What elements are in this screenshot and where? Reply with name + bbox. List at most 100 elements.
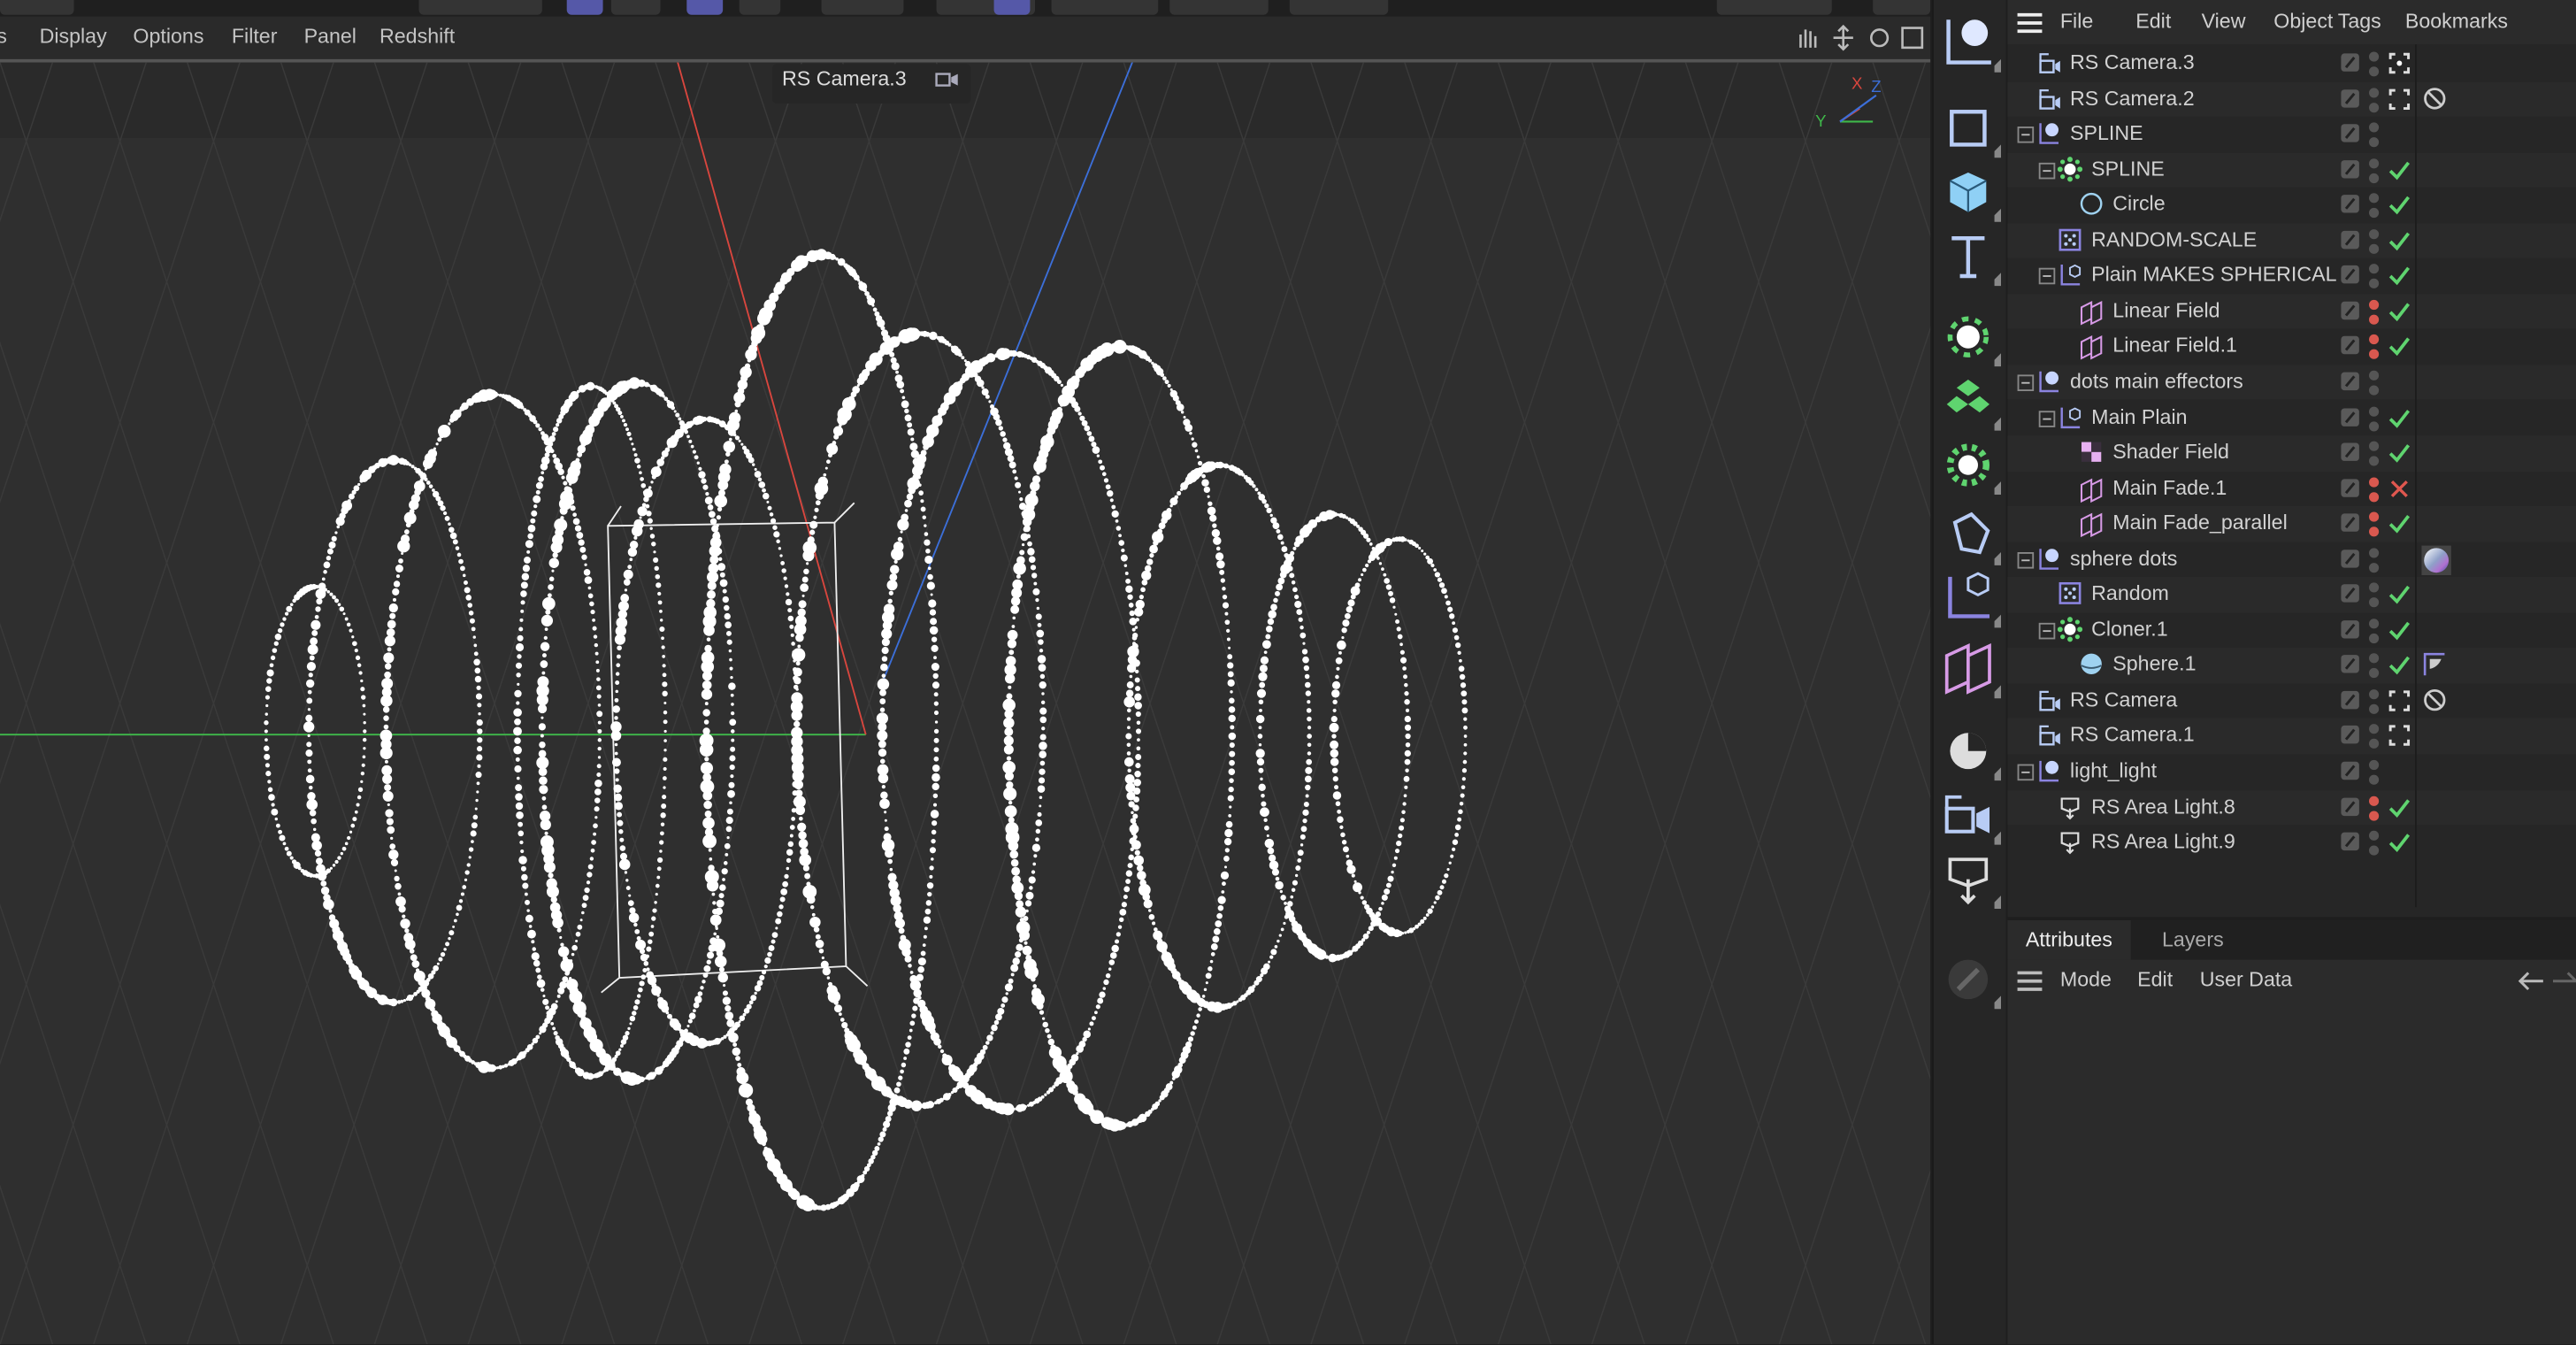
tool-cloner-mograph[interactable] bbox=[1938, 307, 2002, 367]
menu-tags[interactable]: Tags bbox=[2338, 10, 2381, 33]
visibility-dots[interactable] bbox=[2367, 439, 2380, 468]
menu-edit[interactable]: Edit bbox=[2137, 968, 2173, 991]
edit-layer-icon[interactable] bbox=[2341, 407, 2360, 428]
visibility-dots[interactable] bbox=[2367, 227, 2380, 256]
object-name[interactable]: Circle bbox=[2112, 193, 2165, 216]
target-icon[interactable] bbox=[2388, 726, 2411, 747]
object-row[interactable]: Linear Field bbox=[2007, 294, 2576, 330]
navigation-arrows[interactable] bbox=[2517, 972, 2576, 991]
tool-hdri-light[interactable] bbox=[1938, 721, 2002, 781]
menu-panel[interactable]: Panel bbox=[304, 25, 356, 48]
check-icon[interactable] bbox=[2388, 158, 2411, 180]
tool-area-light[interactable] bbox=[1938, 849, 2002, 910]
object-row[interactable]: RANDOM-SCALE bbox=[2007, 223, 2576, 259]
visibility-dots[interactable] bbox=[2367, 262, 2380, 291]
material-tag-icon[interactable] bbox=[2421, 544, 2451, 575]
collapse-toggle[interactable] bbox=[2017, 551, 2035, 568]
visibility-dots[interactable] bbox=[2367, 510, 2380, 539]
target-filled-icon[interactable] bbox=[2388, 52, 2411, 74]
object-row[interactable]: light_light bbox=[2007, 754, 2576, 790]
object-name[interactable]: Linear Field bbox=[2112, 299, 2220, 322]
menu-options[interactable]: Options bbox=[133, 25, 203, 48]
object-row[interactable]: Linear Field.1 bbox=[2007, 329, 2576, 365]
check-icon[interactable] bbox=[2388, 584, 2411, 605]
check-icon[interactable] bbox=[2388, 194, 2411, 215]
edit-layer-icon[interactable] bbox=[2341, 549, 2360, 570]
object-name[interactable]: RS Camera.2 bbox=[2070, 87, 2195, 110]
object-name[interactable]: Linear Field.1 bbox=[2112, 334, 2237, 357]
edit-layer-icon[interactable] bbox=[2341, 513, 2360, 534]
object-name[interactable]: dots main effectors bbox=[2070, 370, 2243, 393]
menu-mode[interactable]: Mode bbox=[2060, 968, 2112, 991]
visibility-dots[interactable] bbox=[2367, 297, 2380, 327]
check-icon[interactable] bbox=[2388, 265, 2411, 287]
object-name[interactable]: Sphere.1 bbox=[2112, 653, 2196, 676]
toolbar-button[interactable] bbox=[821, 0, 904, 15]
edit-layer-icon[interactable] bbox=[2341, 690, 2360, 711]
edit-layer-icon[interactable] bbox=[2341, 584, 2360, 605]
object-row[interactable]: Main Plain bbox=[2007, 400, 2576, 436]
edit-layer-icon[interactable] bbox=[2341, 88, 2360, 109]
toolbar-button[interactable] bbox=[1873, 0, 1931, 15]
object-row[interactable]: Sphere.1 bbox=[2007, 648, 2576, 684]
edit-layer-icon[interactable] bbox=[2341, 726, 2360, 747]
tool-sculpt-disabled[interactable] bbox=[1938, 949, 2002, 1010]
visibility-dots[interactable] bbox=[2367, 404, 2380, 433]
object-name[interactable]: RS Area Light.8 bbox=[2091, 795, 2235, 818]
edit-layer-icon[interactable] bbox=[2341, 655, 2360, 676]
menu-object[interactable]: Object bbox=[2273, 10, 2333, 33]
object-name[interactable]: light_light bbox=[2070, 759, 2157, 782]
phong-tag-icon[interactable] bbox=[2423, 653, 2450, 680]
visibility-dots[interactable] bbox=[2367, 616, 2380, 645]
object-row[interactable]: Random bbox=[2007, 577, 2576, 613]
object-name[interactable]: Main Fade_parallel bbox=[2112, 511, 2287, 534]
object-name[interactable]: SPLINE bbox=[2091, 158, 2165, 181]
no-sign-tag-icon[interactable] bbox=[2423, 688, 2450, 715]
object-name[interactable]: Plain MAKES SPHERICAL bbox=[2091, 264, 2336, 287]
visibility-dots[interactable] bbox=[2367, 722, 2380, 751]
edit-layer-icon[interactable] bbox=[2341, 230, 2360, 251]
edit-layer-icon[interactable] bbox=[2341, 832, 2360, 853]
check-icon[interactable] bbox=[2388, 407, 2411, 428]
menu-display[interactable]: Display bbox=[40, 25, 107, 48]
object-name[interactable]: Main Plain bbox=[2091, 405, 2187, 428]
check-icon[interactable] bbox=[2388, 513, 2411, 534]
object-row[interactable]: Circle bbox=[2007, 188, 2576, 223]
check-icon[interactable] bbox=[2388, 301, 2411, 322]
menu-bookmarks[interactable]: Bookmarks bbox=[2405, 10, 2508, 33]
active-camera-label[interactable]: RS Camera.3 bbox=[771, 64, 971, 104]
collapse-toggle[interactable] bbox=[2038, 268, 2056, 285]
cross-icon[interactable] bbox=[2388, 478, 2410, 499]
visibility-dots[interactable] bbox=[2367, 333, 2380, 362]
menu-redshift[interactable]: Redshift bbox=[380, 25, 455, 48]
target-icon[interactable] bbox=[2388, 690, 2411, 711]
object-row[interactable]: RS Area Light.8 bbox=[2007, 789, 2576, 826]
edit-layer-icon[interactable] bbox=[2341, 336, 2360, 357]
object-row[interactable]: Shader Field bbox=[2007, 435, 2576, 472]
object-row[interactable]: RS Camera.1 bbox=[2007, 719, 2576, 755]
visibility-dots[interactable] bbox=[2367, 474, 2380, 503]
toolbar-button[interactable] bbox=[566, 0, 603, 15]
collapse-toggle[interactable] bbox=[2038, 622, 2056, 640]
check-icon[interactable] bbox=[2388, 619, 2411, 641]
no-sign-tag-icon[interactable] bbox=[2423, 87, 2450, 113]
toolbar-button[interactable] bbox=[1051, 0, 1159, 15]
object-row[interactable]: sphere dots bbox=[2007, 542, 2576, 578]
object-row[interactable]: dots main effectors bbox=[2007, 365, 2576, 401]
visibility-dots[interactable] bbox=[2367, 545, 2380, 574]
visibility-dots[interactable] bbox=[2367, 85, 2380, 114]
visibility-dots[interactable] bbox=[2367, 368, 2380, 397]
menu-cameras[interactable]: s bbox=[0, 25, 7, 48]
object-row[interactable]: Main Fade.1 bbox=[2007, 471, 2576, 507]
visibility-dots[interactable] bbox=[2367, 580, 2380, 610]
tool-voronoi[interactable] bbox=[1938, 372, 2002, 431]
edit-layer-icon[interactable] bbox=[2341, 194, 2360, 215]
edit-layer-icon[interactable] bbox=[2341, 123, 2360, 144]
collapse-toggle[interactable] bbox=[2017, 374, 2035, 391]
object-row[interactable]: RS Area Light.9 bbox=[2007, 825, 2576, 861]
tool-deformer[interactable] bbox=[1938, 506, 2002, 565]
hamburger-menu-icon[interactable] bbox=[2017, 971, 2043, 991]
check-icon[interactable] bbox=[2388, 655, 2411, 676]
tab-attributes[interactable]: Attributes bbox=[2007, 920, 2131, 960]
check-icon[interactable] bbox=[2388, 230, 2411, 251]
